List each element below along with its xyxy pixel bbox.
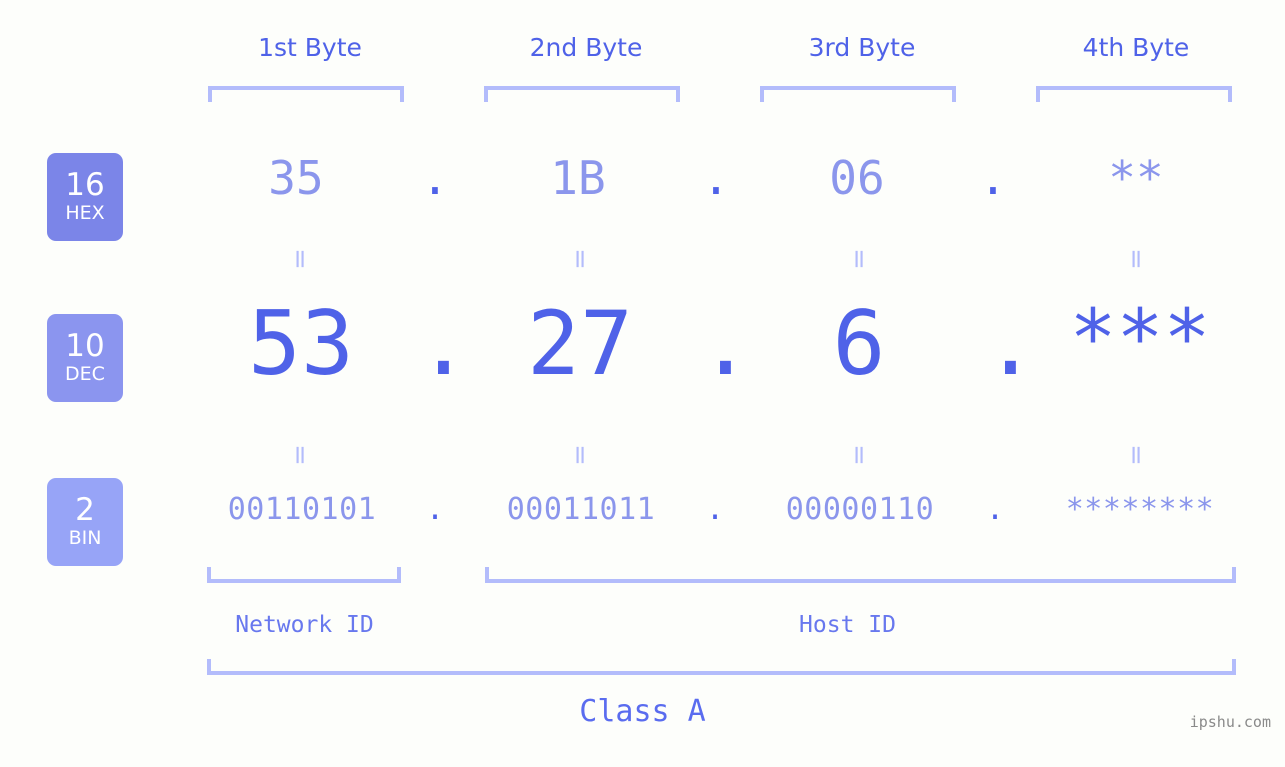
watermark: ipshu.com [1189, 713, 1271, 731]
hex-separator-3: . [979, 151, 1007, 205]
network-id-label: Network ID [235, 612, 374, 638]
radix-badge-bin-name: BIN [68, 526, 102, 549]
byte-bracket-1 [208, 86, 404, 102]
bin-separator-2: . [705, 492, 725, 527]
ip-address-breakdown-diagram: 1st Byte 2nd Byte 3rd Byte 4th Byte 16 H… [0, 0, 1285, 767]
byte-header-2: 2nd Byte [529, 33, 643, 62]
dec-separator-1: . [417, 292, 470, 395]
radix-badge-bin-base: 2 [75, 492, 95, 529]
byte-bracket-2 [484, 86, 680, 102]
network-id-bracket [207, 567, 401, 583]
bin-byte-3: 00000110 [785, 492, 935, 527]
equality-mark-3b: = [844, 444, 874, 466]
dec-separator-3: . [984, 292, 1037, 395]
radix-badge-bin: 2 BIN [47, 478, 123, 566]
bin-separator-1: . [425, 492, 445, 527]
radix-badge-hex-name: HEX [65, 201, 105, 224]
class-label: Class A [579, 694, 706, 729]
radix-badge-dec-base: 10 [65, 328, 105, 365]
byte-header-1: 1st Byte [258, 33, 362, 62]
bin-byte-2: 00011011 [506, 492, 656, 527]
equality-mark-1b: = [285, 444, 315, 466]
bin-byte-4: ******** [1065, 492, 1215, 527]
bin-separator-3: . [985, 492, 1005, 527]
class-bracket [207, 659, 1236, 675]
bin-byte-1: 00110101 [227, 492, 377, 527]
host-id-label: Host ID [799, 612, 896, 638]
hex-separator-1: . [421, 151, 449, 205]
byte-bracket-3 [760, 86, 956, 102]
host-id-bracket [485, 567, 1236, 583]
radix-badge-hex-base: 16 [65, 167, 105, 204]
radix-badge-dec-name: DEC [65, 362, 105, 385]
byte-header-4: 4th Byte [1082, 33, 1190, 62]
equality-mark-2b: = [565, 444, 595, 466]
equality-mark-4b: = [1121, 444, 1151, 466]
dec-separator-2: . [699, 292, 752, 395]
hex-separator-2: . [702, 151, 730, 205]
byte-bracket-4 [1036, 86, 1232, 102]
radix-badge-hex: 16 HEX [47, 153, 123, 241]
radix-badge-dec: 10 DEC [47, 314, 123, 402]
byte-header-3: 3rd Byte [808, 33, 916, 62]
